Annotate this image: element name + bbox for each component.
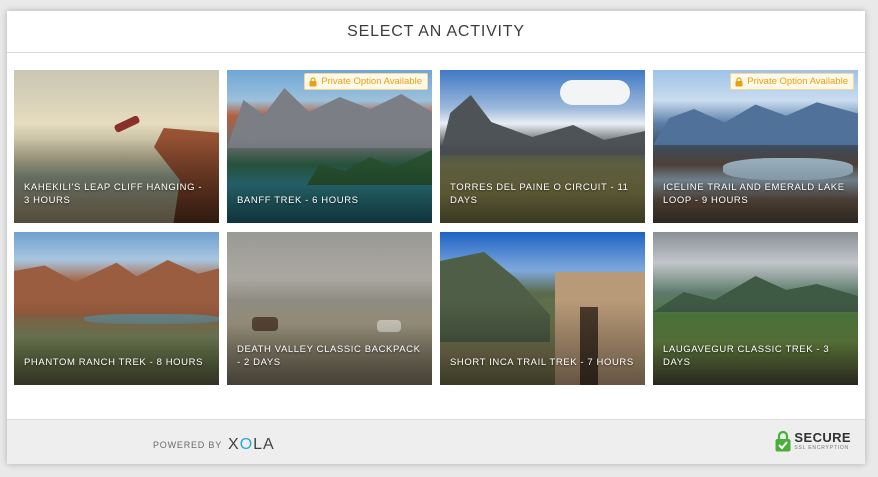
- powered-by[interactable]: POWERED BY XOLA: [153, 436, 275, 454]
- badge-label: Private Option Available: [747, 76, 848, 87]
- secure-label: SECURE: [794, 430, 851, 445]
- activity-card-kahekili[interactable]: KAHEKILI'S LEAP CLIFF HANGING - 3 HOURS: [14, 70, 219, 223]
- activity-card-banff[interactable]: Private Option Available BANFF TREK - 6 …: [227, 70, 432, 223]
- activity-title: ICELINE TRAIL AND EMERALD LAKE LOOP - 9 …: [663, 182, 845, 206]
- activity-title: SHORT INCA TRAIL TREK - 7 HOURS: [450, 357, 634, 368]
- lock-icon: [735, 76, 743, 86]
- activity-title: BANFF TREK - 6 HOURS: [237, 195, 359, 206]
- activity-title: TORRES DEL PAINE O CIRCUIT - 11 DAYS: [450, 182, 629, 206]
- xola-logo: XOLA: [228, 436, 275, 453]
- modal-header: SELECT AN ACTIVITY: [7, 11, 865, 53]
- private-option-badge: Private Option Available: [730, 73, 854, 90]
- private-option-badge: Private Option Available: [304, 73, 428, 90]
- activity-card-short-inca-trail[interactable]: SHORT INCA TRAIL TREK - 7 HOURS: [440, 232, 645, 385]
- activity-grid: KAHEKILI'S LEAP CLIFF HANGING - 3 HOURS …: [14, 70, 858, 385]
- activity-card-laugavegur[interactable]: LAUGAVEGUR CLASSIC TREK - 3 DAYS: [653, 232, 858, 385]
- activity-title: KAHEKILI'S LEAP CLIFF HANGING - 3 HOURS: [24, 182, 203, 206]
- lock-icon: [309, 76, 317, 86]
- page-title: SELECT AN ACTIVITY: [347, 22, 525, 40]
- activity-title: LAUGAVEGUR CLASSIC TREK - 3 DAYS: [663, 344, 830, 368]
- activity-title: PHANTOM RANCH TREK - 8 HOURS: [24, 357, 204, 368]
- activity-modal: SELECT AN ACTIVITY KAHEKILI'S LEAP CLIFF…: [7, 11, 865, 464]
- activity-title: DEATH VALLEY CLASSIC BACKPACK - 2 DAYS: [237, 344, 421, 368]
- secure-sub-label: SSL ENCRYPTION: [794, 445, 849, 451]
- secure-lock-icon: [775, 430, 791, 452]
- activity-card-death-valley[interactable]: DEATH VALLEY CLASSIC BACKPACK - 2 DAYS: [227, 232, 432, 385]
- activity-card-iceline[interactable]: Private Option Available ICELINE TRAIL A…: [653, 70, 858, 223]
- activity-card-torres-del-paine[interactable]: TORRES DEL PAINE O CIRCUIT - 11 DAYS: [440, 70, 645, 223]
- powered-by-label: POWERED BY: [153, 440, 223, 450]
- secure-seal: SECURE SSL ENCRYPTION: [775, 430, 851, 452]
- badge-label: Private Option Available: [321, 76, 422, 87]
- activity-card-phantom-ranch[interactable]: PHANTOM RANCH TREK - 8 HOURS: [14, 232, 219, 385]
- modal-footer: POWERED BY XOLA SECURE SSL ENCRYPTION: [7, 419, 865, 464]
